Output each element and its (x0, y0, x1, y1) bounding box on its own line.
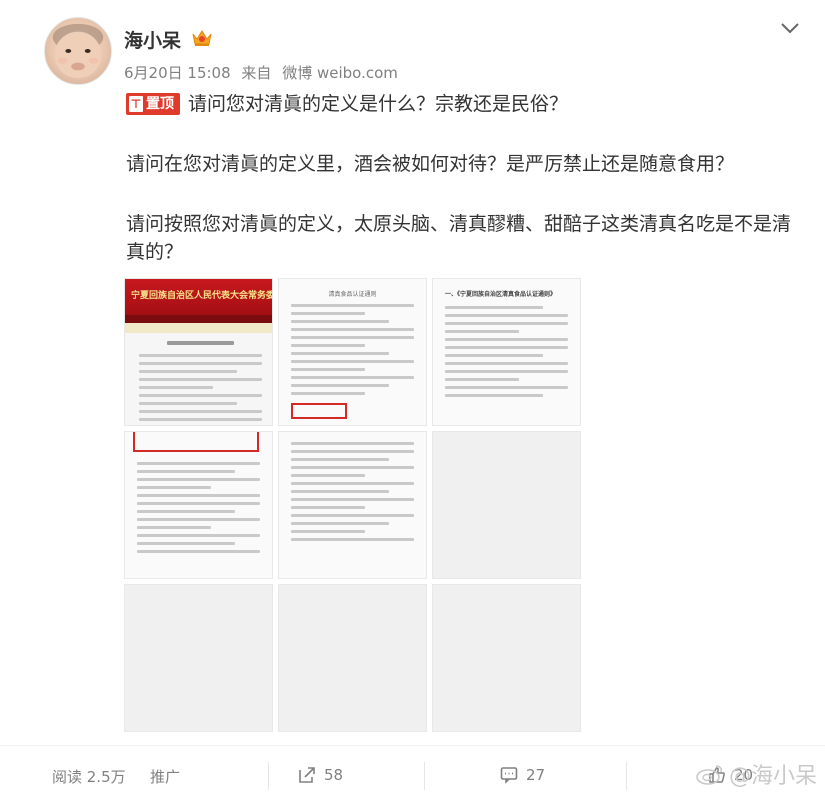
promote-button[interactable]: 推广 (150, 766, 180, 787)
highlight-box (291, 403, 347, 419)
web-banner-text: 宁夏回族自治区人民代表大会常务委员会 (131, 291, 272, 301)
source-prefix: 来自 (241, 64, 272, 82)
image-thumb-web-screenshot[interactable]: 宁夏回族自治区人民代表大会常务委员会 (124, 278, 273, 426)
post-line-1: 请问您对清眞的定义是什么？宗教还是民俗？ (188, 93, 569, 115)
doc-text-lines (137, 462, 260, 568)
weibo-logo-icon (696, 765, 723, 785)
highlight-box (133, 432, 259, 452)
doc-text-lines: 一、《宁夏回族自治区清真食品认证通则》 (445, 289, 568, 415)
web-subnav (125, 323, 272, 333)
weibo-post-card: 海小呆 6月20日 15:08 来自 微博 weibo.com ⊤ 置顶 请问您… (0, 0, 825, 798)
comment-button[interactable]: 27 (500, 766, 545, 784)
repost-count: 58 (324, 766, 344, 784)
divider (424, 762, 425, 790)
pinned-badge: ⊤ 置顶 (126, 93, 180, 115)
post-paragraph-2: 请问在您对清眞的定义里，酒会被如何对待？是严厉禁止还是随意食用？ (126, 153, 735, 175)
web-nav (125, 315, 272, 323)
image-thumb-blank-8[interactable] (278, 584, 427, 732)
doc-title: 一、《宁夏回族自治区清真食品认证通则》 (445, 291, 557, 298)
doc-title: 清真食品认证通则 (328, 291, 377, 298)
vip-crown-icon[interactable] (191, 28, 213, 48)
doc-text-lines: 清真食品认证通则 (291, 289, 414, 415)
username[interactable]: 海小呆 (124, 26, 181, 53)
post-footer: 阅读 2.5万 推广 58 27 20 @海小呆 (0, 745, 825, 798)
post-paragraph-3: 请问按照您对清眞的定义，太原头脑、清真醪糟、甜醅子这类清真名吃是不是清真的？ (126, 213, 792, 263)
watermark: @海小呆 (695, 758, 817, 790)
watermark-text: @海小呆 (728, 764, 817, 789)
image-grid: 宁夏回族自治区人民代表大会常务委员会 清真食品认证通则 (124, 278, 581, 732)
image-thumb-doc-page-4[interactable] (278, 431, 427, 579)
doc-text-lines (291, 442, 414, 568)
avatar[interactable] (44, 17, 112, 85)
image-thumb-blank-7[interactable] (124, 584, 273, 732)
image-thumb-doc-page-3[interactable] (124, 431, 273, 579)
reads-label: 阅读 2.5万 (52, 768, 126, 786)
divider (626, 762, 627, 790)
comment-count: 27 (526, 766, 546, 784)
post-source: 微博 weibo.com (282, 64, 398, 82)
post-paragraph-1: ⊤ 置顶 请问您对清眞的定义是什么？宗教还是民俗？ (126, 90, 568, 118)
image-thumb-blank-6[interactable] (432, 431, 581, 579)
more-chevron-icon[interactable] (779, 20, 801, 34)
divider (268, 762, 269, 790)
repost-button[interactable]: 58 (298, 766, 343, 784)
pinned-label: 置顶 (146, 96, 174, 112)
image-thumb-doc-page-1[interactable]: 清真食品认证通则 (278, 278, 427, 426)
reads-count: 阅读 2.5万 (52, 766, 126, 787)
promote-label: 推广 (150, 768, 181, 786)
image-thumb-doc-page-2[interactable]: 一、《宁夏回族自治区清真食品认证通则》 (432, 278, 581, 426)
image-thumb-blank-9[interactable] (432, 584, 581, 732)
pin-icon: ⊤ (129, 96, 143, 112)
post-date[interactable]: 6月20日 15:08 (124, 64, 231, 82)
post-meta: 6月20日 15:08 来自 微博 weibo.com (124, 62, 404, 83)
repost-icon (299, 767, 315, 783)
comment-icon (500, 767, 518, 784)
web-content (139, 341, 262, 425)
